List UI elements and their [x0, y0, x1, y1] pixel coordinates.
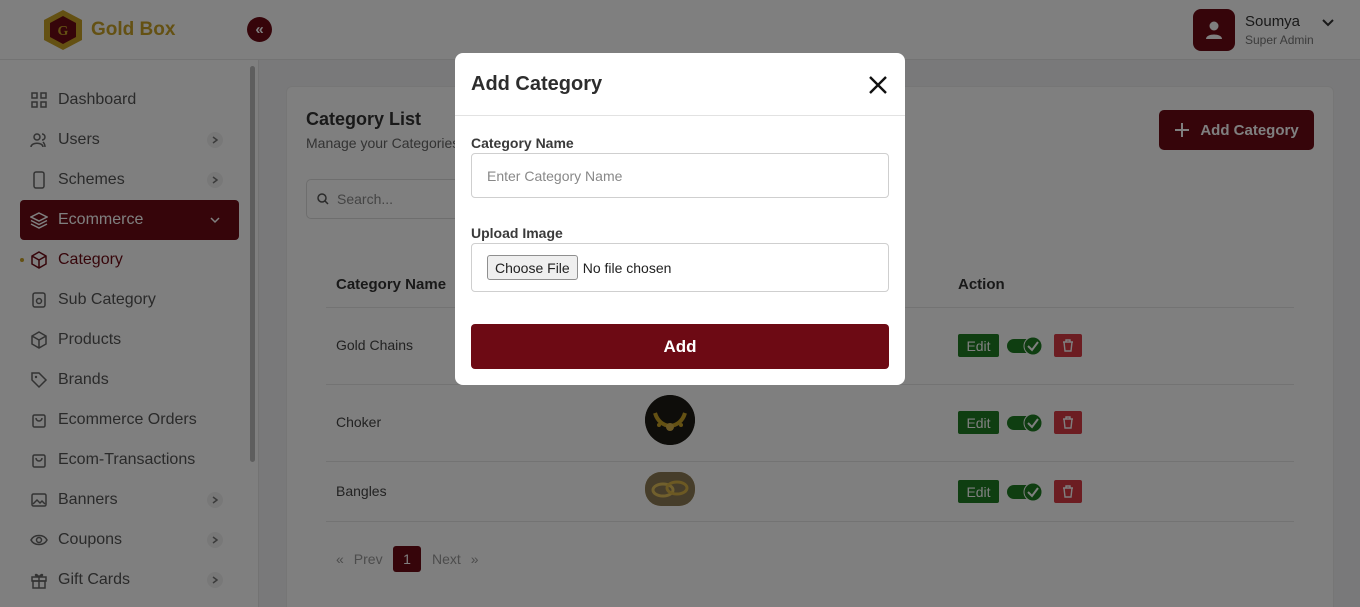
upload-image-label: Upload Image — [471, 225, 563, 241]
upload-image-field[interactable]: Choose File No file chosen — [471, 243, 889, 292]
choose-file-button[interactable]: Choose File — [487, 255, 578, 280]
file-status: No file chosen — [582, 259, 672, 276]
category-name-input[interactable] — [471, 153, 889, 198]
close-icon[interactable] — [867, 74, 889, 96]
category-name-label: Category Name — [471, 135, 574, 151]
add-submit-button[interactable]: Add — [471, 324, 889, 369]
modal-header: Add Category — [455, 53, 905, 116]
modal-title: Add Category — [471, 73, 603, 95]
add-category-modal: Add Category Category Name Upload Image … — [455, 53, 905, 385]
